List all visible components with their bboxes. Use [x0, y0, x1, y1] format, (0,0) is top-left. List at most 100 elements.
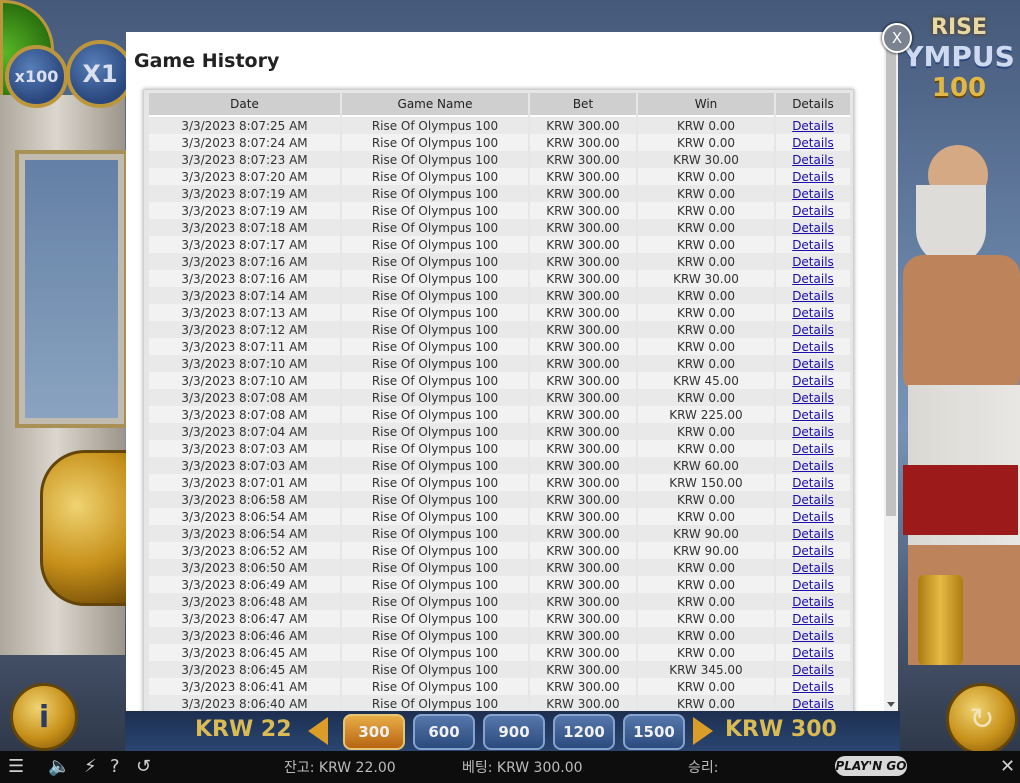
cell-game-name: Rise Of Olympus 100	[342, 287, 528, 304]
cell-game-name: Rise Of Olympus 100	[342, 236, 528, 253]
details-link[interactable]: Details	[792, 578, 834, 592]
cell-details: Details	[776, 542, 850, 559]
details-link[interactable]: Details	[792, 663, 834, 677]
column-header-win[interactable]: Win	[638, 93, 774, 117]
cell-game-name: Rise Of Olympus 100	[342, 661, 528, 678]
details-link[interactable]: Details	[792, 255, 834, 269]
table-row: 3/3/2023 8:06:50 AM Rise Of Olympus 100 KR…	[149, 559, 850, 576]
cell-details: Details	[776, 695, 850, 711]
details-link[interactable]: Details	[792, 646, 834, 660]
details-link[interactable]: Details	[792, 493, 834, 507]
cell-date: 3/3/2023 8:07:04 AM	[149, 423, 340, 440]
cell-bet: KRW 300.00	[530, 610, 636, 627]
cell-details: Details	[776, 678, 850, 695]
game-history-dialog: Game History Date Game Name Bet Win Deta…	[126, 32, 898, 711]
cell-date: 3/3/2023 8:07:17 AM	[149, 236, 340, 253]
scrollbar-thumb[interactable]	[886, 46, 896, 516]
details-link[interactable]: Details	[792, 561, 834, 575]
details-link[interactable]: Details	[792, 119, 834, 133]
scroll-down-arrow-icon[interactable]	[887, 702, 895, 707]
cell-win: KRW 0.00	[638, 253, 774, 270]
close-icon[interactable]: ✕	[1000, 756, 1015, 777]
close-dialog-button[interactable]: X	[882, 23, 912, 53]
details-link[interactable]: Details	[792, 544, 834, 558]
details-link[interactable]: Details	[792, 340, 834, 354]
cell-win: KRW 0.00	[638, 355, 774, 372]
history-icon[interactable]: ↺	[136, 756, 151, 777]
cell-bet: KRW 300.00	[530, 117, 636, 134]
cell-details: Details	[776, 151, 850, 168]
table-row: 3/3/2023 8:06:54 AM Rise Of Olympus 100 KR…	[149, 525, 850, 542]
details-link[interactable]: Details	[792, 323, 834, 337]
cell-game-name: Rise Of Olympus 100	[342, 678, 528, 695]
dialog-title: Game History	[134, 50, 280, 72]
details-link[interactable]: Details	[792, 289, 834, 303]
cell-game-name: Rise Of Olympus 100	[342, 576, 528, 593]
column-header-game-name[interactable]: Game Name	[342, 93, 528, 117]
cell-details: Details	[776, 644, 850, 661]
details-link[interactable]: Details	[792, 170, 834, 184]
details-link[interactable]: Details	[792, 697, 834, 711]
cell-details: Details	[776, 440, 850, 457]
table-row: 3/3/2023 8:06:58 AM Rise Of Olympus 100 KR…	[149, 491, 850, 508]
details-link[interactable]: Details	[792, 204, 834, 218]
cell-date: 3/3/2023 8:07:03 AM	[149, 457, 340, 474]
column-header-details[interactable]: Details	[776, 93, 850, 117]
details-link[interactable]: Details	[792, 527, 834, 541]
details-link[interactable]: Details	[792, 459, 834, 473]
details-link[interactable]: Details	[792, 629, 834, 643]
turbo-icon[interactable]: ⚡	[84, 756, 97, 777]
details-link[interactable]: Details	[792, 510, 834, 524]
cell-bet: KRW 300.00	[530, 270, 636, 287]
cell-win: KRW 0.00	[638, 338, 774, 355]
bet-text: 베팅: KRW 300.00	[462, 760, 583, 776]
table-row: 3/3/2023 8:07:24 AM Rise Of Olympus 100 KR…	[149, 134, 850, 151]
cell-game-name: Rise Of Olympus 100	[342, 321, 528, 338]
cell-details: Details	[776, 321, 850, 338]
cell-game-name: Rise Of Olympus 100	[342, 542, 528, 559]
cell-date: 3/3/2023 8:07:11 AM	[149, 338, 340, 355]
cell-win: KRW 0.00	[638, 287, 774, 304]
details-link[interactable]: Details	[792, 153, 834, 167]
cell-win: KRW 90.00	[638, 542, 774, 559]
cell-date: 3/3/2023 8:07:14 AM	[149, 287, 340, 304]
details-link[interactable]: Details	[792, 187, 834, 201]
details-link[interactable]: Details	[792, 612, 834, 626]
details-link[interactable]: Details	[792, 408, 834, 422]
details-link[interactable]: Details	[792, 425, 834, 439]
cell-details: Details	[776, 236, 850, 253]
details-link[interactable]: Details	[792, 136, 834, 150]
cell-date: 3/3/2023 8:07:19 AM	[149, 202, 340, 219]
cell-win: KRW 0.00	[638, 134, 774, 151]
details-link[interactable]: Details	[792, 595, 834, 609]
cell-game-name: Rise Of Olympus 100	[342, 559, 528, 576]
details-link[interactable]: Details	[792, 374, 834, 388]
table-row: 3/3/2023 8:06:52 AM Rise Of Olympus 100 KR…	[149, 542, 850, 559]
help-icon[interactable]: ?	[110, 756, 120, 777]
details-link[interactable]: Details	[792, 476, 834, 490]
details-link[interactable]: Details	[792, 357, 834, 371]
history-table: Date Game Name Bet Win Details 3/3/2023 …	[147, 93, 852, 711]
cell-date: 3/3/2023 8:07:01 AM	[149, 474, 340, 491]
details-link[interactable]: Details	[792, 221, 834, 235]
column-header-date[interactable]: Date	[149, 93, 340, 117]
details-link[interactable]: Details	[792, 442, 834, 456]
menu-icon[interactable]: ☰	[8, 756, 24, 777]
details-link[interactable]: Details	[792, 272, 834, 286]
cell-bet: KRW 300.00	[530, 287, 636, 304]
table-row: 3/3/2023 8:07:03 AM Rise Of Olympus 100 KR…	[149, 457, 850, 474]
column-header-bet[interactable]: Bet	[530, 93, 636, 117]
sound-icon[interactable]: 🔈	[48, 756, 70, 777]
details-link[interactable]: Details	[792, 306, 834, 320]
details-link[interactable]: Details	[792, 680, 834, 694]
details-link[interactable]: Details	[792, 391, 834, 405]
cell-bet: KRW 300.00	[530, 542, 636, 559]
cell-win: KRW 0.00	[638, 440, 774, 457]
history-table-container: Date Game Name Bet Win Details 3/3/2023 …	[143, 89, 854, 711]
cell-game-name: Rise Of Olympus 100	[342, 355, 528, 372]
cell-date: 3/3/2023 8:06:45 AM	[149, 644, 340, 661]
cell-game-name: Rise Of Olympus 100	[342, 219, 528, 236]
details-link[interactable]: Details	[792, 238, 834, 252]
dialog-scrollbar[interactable]	[884, 32, 898, 711]
table-row: 3/3/2023 8:07:10 AM Rise Of Olympus 100 KR…	[149, 355, 850, 372]
